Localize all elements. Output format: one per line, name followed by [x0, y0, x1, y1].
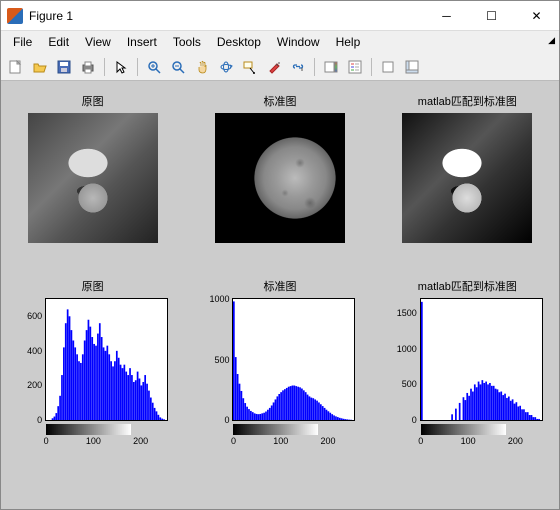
- pointer-button[interactable]: [110, 56, 132, 78]
- image-reference: [215, 113, 345, 243]
- y-tick-label: 400: [16, 346, 42, 356]
- menu-desktop[interactable]: Desktop: [209, 33, 269, 51]
- menu-help[interactable]: Help: [328, 33, 369, 51]
- rotate3d-button[interactable]: [215, 56, 237, 78]
- histogram-reference: 050010000100200: [202, 298, 357, 453]
- legend-button[interactable]: [344, 56, 366, 78]
- subplot-2-2: 标准图 0 500 1000 0 100 200: [196, 278, 363, 458]
- save-button[interactable]: [53, 56, 75, 78]
- histogram-original: 0 200 400 600 0 100 200: [15, 298, 170, 453]
- menu-window[interactable]: Window: [269, 33, 328, 51]
- minimize-button[interactable]: ─: [424, 1, 469, 31]
- colorbar-button[interactable]: [320, 56, 342, 78]
- image-matched: [402, 113, 532, 243]
- subplot-title: matlab匹配到标准图: [418, 93, 517, 109]
- x-tick-label: 200: [321, 436, 336, 446]
- x-tick-label: 0: [44, 436, 49, 446]
- subplot-1-1: 原图: [9, 93, 176, 268]
- menu-file[interactable]: File: [5, 33, 40, 51]
- menu-tools[interactable]: Tools: [165, 33, 209, 51]
- y-tick-label: 0: [16, 415, 42, 425]
- menu-view[interactable]: View: [77, 33, 119, 51]
- subplot-2-3: matlab匹配到标准图 0 500 1000 1500 0 100 200: [384, 278, 551, 458]
- print-button[interactable]: [77, 56, 99, 78]
- window-title: Figure 1: [29, 9, 424, 23]
- y-tick-label: 1000: [203, 294, 229, 304]
- close-button[interactable]: ✕: [514, 1, 559, 31]
- maximize-button[interactable]: ☐: [469, 1, 514, 31]
- hide-plot-tools-button[interactable]: [377, 56, 399, 78]
- y-tick-label: 600: [16, 311, 42, 321]
- menubar: File Edit View Insert Tools Desktop Wind…: [1, 31, 559, 53]
- zoom-out-button[interactable]: [167, 56, 189, 78]
- x-tick-label: 100: [273, 436, 288, 446]
- pan-button[interactable]: [191, 56, 213, 78]
- subplot-title: 标准图: [263, 93, 296, 109]
- grayscale-scale: [421, 424, 506, 435]
- toolbar: [1, 53, 559, 81]
- subplot-1-3: matlab匹配到标准图: [384, 93, 551, 268]
- histogram-matched: 0 500 1000 1500 0 100 200: [390, 298, 545, 453]
- zoom-in-button[interactable]: [143, 56, 165, 78]
- y-tick-label: 1000: [391, 344, 417, 354]
- show-plot-tools-button[interactable]: [401, 56, 423, 78]
- y-tick-label: 1500: [391, 308, 417, 318]
- x-tick-label: 100: [461, 436, 476, 446]
- menu-edit[interactable]: Edit: [40, 33, 77, 51]
- subplot-title: 原图: [82, 93, 104, 109]
- brush-button[interactable]: [263, 56, 285, 78]
- matlab-icon: [7, 8, 23, 24]
- open-button[interactable]: [29, 56, 51, 78]
- y-tick-label: 500: [391, 379, 417, 389]
- image-original: [28, 113, 158, 243]
- titlebar[interactable]: Figure 1 ─ ☐ ✕: [1, 1, 559, 31]
- menu-insert[interactable]: Insert: [119, 33, 165, 51]
- subplot-title: matlab匹配到标准图: [418, 278, 517, 294]
- y-tick-label: 500: [203, 355, 229, 365]
- figure-canvas[interactable]: 原图 标准图 matlab匹配到标准图 原图 0 200 400 600 0 100 200…: [1, 81, 559, 509]
- y-tick-label: 200: [16, 380, 42, 390]
- x-tick-label: 0: [231, 436, 236, 446]
- subplot-title: 标准图: [263, 278, 296, 294]
- new-figure-button[interactable]: [5, 56, 27, 78]
- x-tick-label: 0: [418, 436, 423, 446]
- grayscale-scale: [46, 424, 131, 435]
- subplot-1-2: 标准图: [196, 93, 363, 268]
- x-tick-label: 200: [508, 436, 523, 446]
- subplot-2-1: 原图 0 200 400 600 0 100 200: [9, 278, 176, 458]
- dock-corner-icon[interactable]: ◢: [548, 35, 555, 46]
- figure-window: Figure 1 ─ ☐ ✕ File Edit View Insert Too…: [0, 0, 560, 510]
- y-tick-label: 0: [203, 415, 229, 425]
- x-tick-label: 200: [133, 436, 148, 446]
- y-tick-label: 0: [391, 415, 417, 425]
- subplot-title: 原图: [82, 278, 104, 294]
- x-tick-label: 100: [86, 436, 101, 446]
- grayscale-scale: [233, 424, 318, 435]
- datacursor-button[interactable]: [239, 56, 261, 78]
- link-button[interactable]: [287, 56, 309, 78]
